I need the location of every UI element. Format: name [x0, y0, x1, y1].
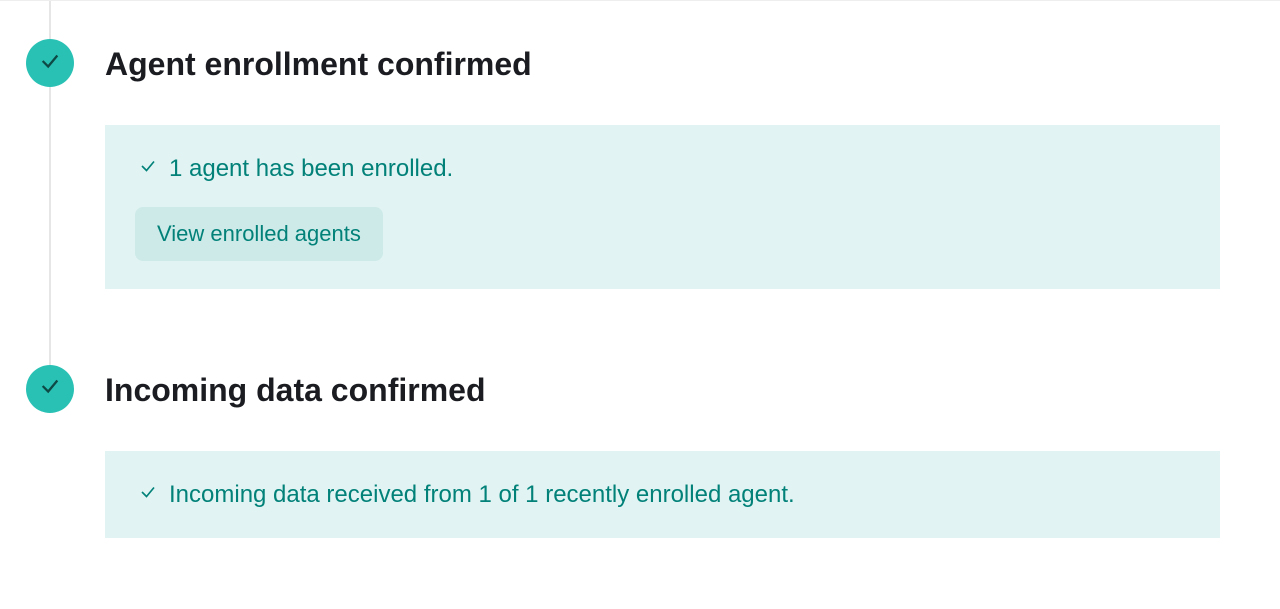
- step-content: Agent enrollment confirmed 1 agent has b…: [105, 23, 1280, 289]
- check-icon: [139, 483, 157, 506]
- step-agent-enrollment: Agent enrollment confirmed 1 agent has b…: [50, 23, 1280, 289]
- incoming-data-callout: Incoming data received from 1 of 1 recen…: [105, 451, 1220, 538]
- step-complete-badge: [26, 39, 74, 87]
- check-icon: [139, 157, 157, 180]
- callout-message: Incoming data received from 1 of 1 recen…: [169, 479, 795, 510]
- step-incoming-data: Incoming data confirmed Incoming data re…: [50, 349, 1280, 539]
- callout-row: Incoming data received from 1 of 1 recen…: [139, 479, 1200, 510]
- enrollment-timeline: Agent enrollment confirmed 1 agent has b…: [0, 1, 1280, 538]
- callout-message: 1 agent has been enrolled.: [169, 153, 453, 184]
- step-title: Agent enrollment confirmed: [105, 23, 1280, 83]
- step-complete-badge: [26, 365, 74, 413]
- view-enrolled-agents-button[interactable]: View enrolled agents: [135, 207, 383, 261]
- step-content: Incoming data confirmed Incoming data re…: [105, 349, 1280, 539]
- step-title: Incoming data confirmed: [105, 349, 1280, 409]
- check-icon: [39, 375, 61, 402]
- callout-row: 1 agent has been enrolled.: [139, 153, 1200, 184]
- enrollment-callout: 1 agent has been enrolled. View enrolled…: [105, 125, 1220, 288]
- check-icon: [39, 50, 61, 77]
